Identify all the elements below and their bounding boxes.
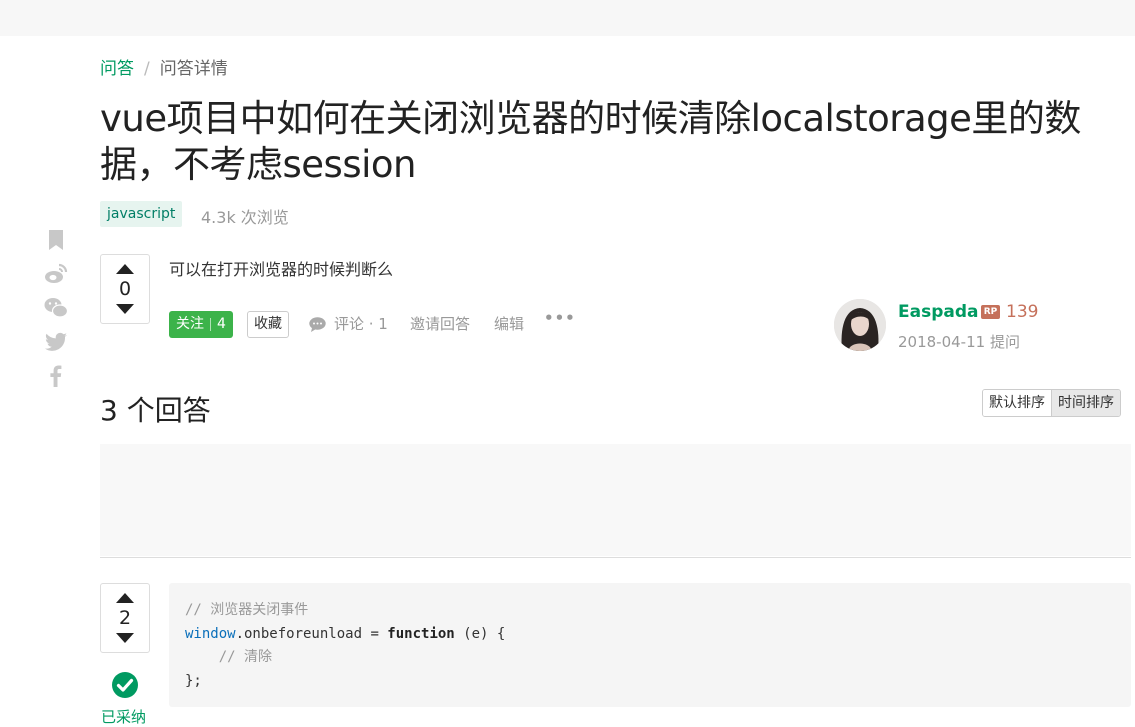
- downvote-button[interactable]: [116, 304, 134, 314]
- comment-label: 评论 · 1: [334, 315, 388, 333]
- follow-count: 4: [217, 316, 226, 332]
- code-comment-clear: // 清除: [185, 649, 273, 665]
- author-avatar[interactable]: [834, 299, 886, 351]
- comment-icon: [309, 317, 326, 332]
- comment-link[interactable]: 评论 · 1: [309, 313, 388, 334]
- question-body: 可以在打开浏览器的时候判断么: [169, 260, 394, 279]
- code-property: .onbeforeunload =: [235, 625, 388, 642]
- weibo-icon[interactable]: [44, 262, 68, 286]
- divider: [100, 557, 1131, 558]
- edit-link[interactable]: 编辑: [494, 313, 524, 334]
- answer-vote-count: 2: [118, 607, 132, 629]
- breadcrumb-current: 问答详情: [159, 59, 228, 79]
- follow-label: 关注: [176, 316, 204, 332]
- avatar-image: [834, 299, 886, 351]
- follow-button[interactable]: 关注 4: [169, 311, 233, 338]
- more-options-button[interactable]: •••: [544, 309, 576, 327]
- invite-answer-link[interactable]: 邀请回答: [410, 313, 470, 334]
- author-reputation: 139: [1006, 302, 1039, 322]
- code-window: window: [185, 625, 236, 642]
- share-sidebar: [44, 228, 70, 398]
- code-content: // 浏览器关闭事件 window.onbeforeunload = funct…: [169, 583, 1131, 709]
- upvote-button[interactable]: [116, 264, 134, 274]
- collect-button[interactable]: 收藏: [247, 311, 289, 338]
- code-args: (e) {: [454, 625, 506, 642]
- facebook-icon[interactable]: [44, 364, 68, 388]
- wechat-icon[interactable]: [44, 296, 68, 320]
- answer-vote-box: 2: [100, 583, 150, 653]
- code-comment: // 浏览器关闭事件: [185, 602, 309, 618]
- rp-badge: RP: [981, 305, 1000, 319]
- author-name[interactable]: Easpada: [898, 302, 978, 322]
- sort-time-button[interactable]: 时间排序: [1052, 390, 1120, 416]
- accepted-check-icon: [112, 672, 138, 698]
- bookmark-icon[interactable]: [44, 228, 68, 252]
- code-end: };: [185, 672, 202, 689]
- breadcrumb-separator: /: [144, 59, 150, 79]
- answers-heading: 3 个回答: [100, 394, 211, 427]
- ad-placeholder: [100, 444, 1131, 556]
- breadcrumb-home-link[interactable]: 问答: [100, 59, 134, 79]
- asked-date: 2018-04-11 提问: [898, 333, 1020, 351]
- view-count: 4.3k 次浏览: [201, 208, 289, 227]
- answer-code-block: // 浏览器关闭事件 window.onbeforeunload = funct…: [169, 583, 1131, 707]
- top-navbar: [0, 0, 1135, 36]
- code-keyword: function: [387, 625, 455, 642]
- sort-default-button[interactable]: 默认排序: [983, 390, 1052, 416]
- question-title: vue项目中如何在关闭浏览器的时候清除localstorage里的数据，不考虑s…: [100, 97, 1081, 186]
- accepted-label: 已采纳: [101, 708, 147, 726]
- question-vote-box: 0: [100, 254, 150, 324]
- sort-toggle: 默认排序 时间排序: [982, 389, 1121, 417]
- breadcrumb: 问答 / 问答详情: [100, 54, 228, 79]
- answer-upvote-button[interactable]: [116, 593, 134, 603]
- tag-javascript[interactable]: javascript: [100, 201, 183, 227]
- twitter-icon[interactable]: [44, 330, 68, 354]
- answer-downvote-button[interactable]: [116, 633, 134, 643]
- question-vote-count: 0: [118, 278, 132, 300]
